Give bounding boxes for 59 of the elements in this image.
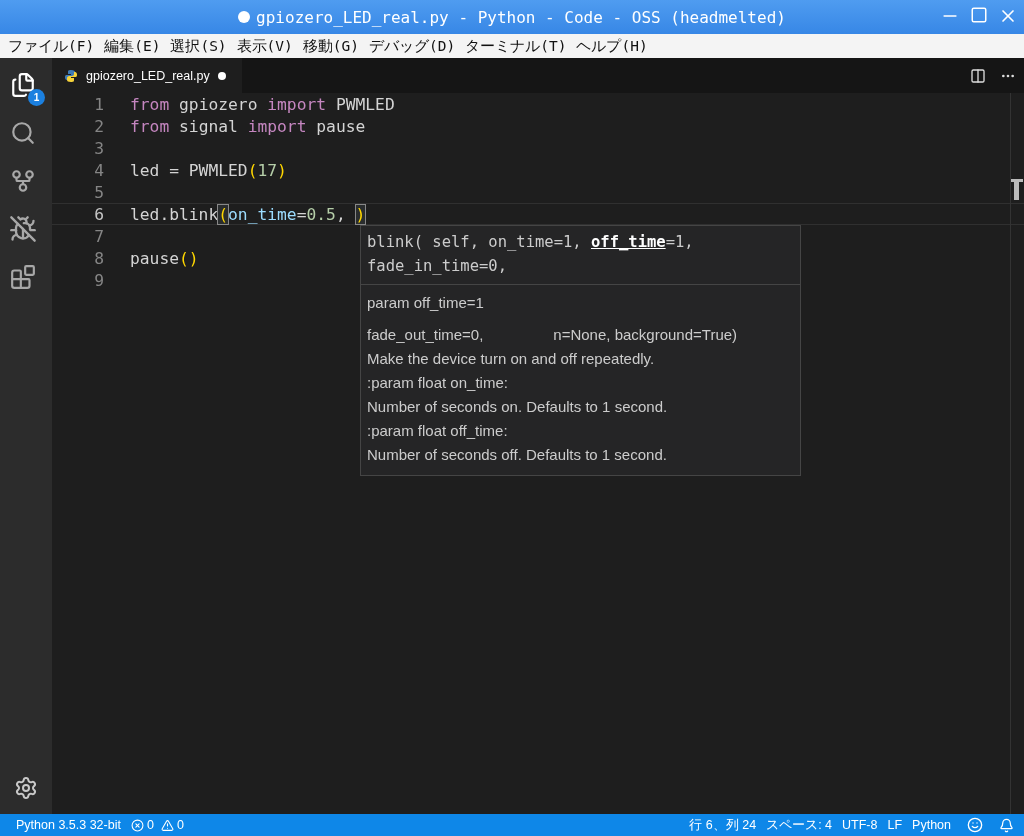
editor-tab[interactable]: gpiozero_LED_real.py [52,58,242,93]
line-number: 9 [93,270,104,290]
smiley-icon[interactable] [967,817,983,833]
line-number: 4 [93,160,104,180]
bell-icon[interactable] [999,817,1014,833]
problems-item[interactable]: 0 0 [130,818,184,832]
menu-item[interactable]: 移動(G) [302,36,359,56]
param-text: param off_time=1 [367,293,484,313]
line-number: 7 [93,226,104,246]
cursor-position[interactable]: 行 6、列 24 [689,816,757,834]
menu-item[interactable]: デバッグ(D) [369,36,456,56]
count-badge: 1 [28,89,45,106]
doc-text: :param float on_time: [367,373,508,393]
menu-item[interactable]: 表示(V) [236,36,293,56]
menu-item[interactable]: ファイル(F) [8,36,95,56]
blocks-icon [10,264,36,290]
menu-item[interactable]: ターミナル(T) [465,36,567,56]
indent-item[interactable]: スペース: 4 [766,816,833,834]
code-line: pause() [130,248,199,268]
menu-item[interactable]: ヘルプ(H) [576,36,648,56]
doc-text: :param float off_time: [367,421,508,441]
maximize-icon[interactable] [970,6,988,24]
language-item[interactable]: Python [912,818,951,832]
python-icon [64,68,78,83]
encoding-item[interactable]: UTF-8 [842,818,878,832]
code-line: led.blink(on_time=0.5, ) [130,204,366,224]
branch-icon [10,168,36,194]
signature-text: fade_in_time=0, [367,256,508,277]
doc-text: Number of seconds off. Defaults to 1 second. [367,445,667,465]
line-number: 6 [93,204,104,224]
interpreter-item[interactable]: Python 3.5.3 32-bit [16,818,121,832]
menu-item[interactable]: 編集(E) [104,36,161,56]
code-line: from signal import pause [130,116,366,136]
settings-icon[interactable] [14,776,38,800]
line-number: 5 [93,182,104,202]
doc-text: fade_out_time=0, [367,325,484,345]
cursor-marker-icon [1011,179,1023,201]
tab-label: gpiozero_LED_real.py [86,68,210,83]
bug-icon [9,215,37,243]
error-icon [130,818,144,832]
search-icon [10,120,36,146]
activity-button[interactable]: 1 [5,68,47,108]
line-number: 2 [93,116,104,136]
line-number: 3 [93,138,104,158]
doc-text: Make the device turn on and off repeatedly. [367,349,655,369]
line-number: 8 [93,248,104,268]
warning-icon [160,818,174,832]
code-line: from gpiozero import PWMLED [130,94,395,114]
files-icon [10,72,36,98]
doc-text: Number of seconds on. Defaults to 1 second. [367,397,668,417]
line-number: 1 [93,94,104,114]
signature-text: blink( self, on_time=1, off_time=1, [367,232,695,253]
window-title: gpiozero_LED_real.py - Python - Code - OSS (headmelted) [256,7,786,27]
scrollbar[interactable] [1010,93,1024,814]
doc-text: n=None, background=True) [553,325,738,345]
split-editor-icon[interactable] [970,67,986,84]
menu-item[interactable]: 選択(S) [170,36,227,56]
eol-item[interactable]: LF [887,818,903,832]
code-line: led = PWMLED(17) [130,160,287,180]
